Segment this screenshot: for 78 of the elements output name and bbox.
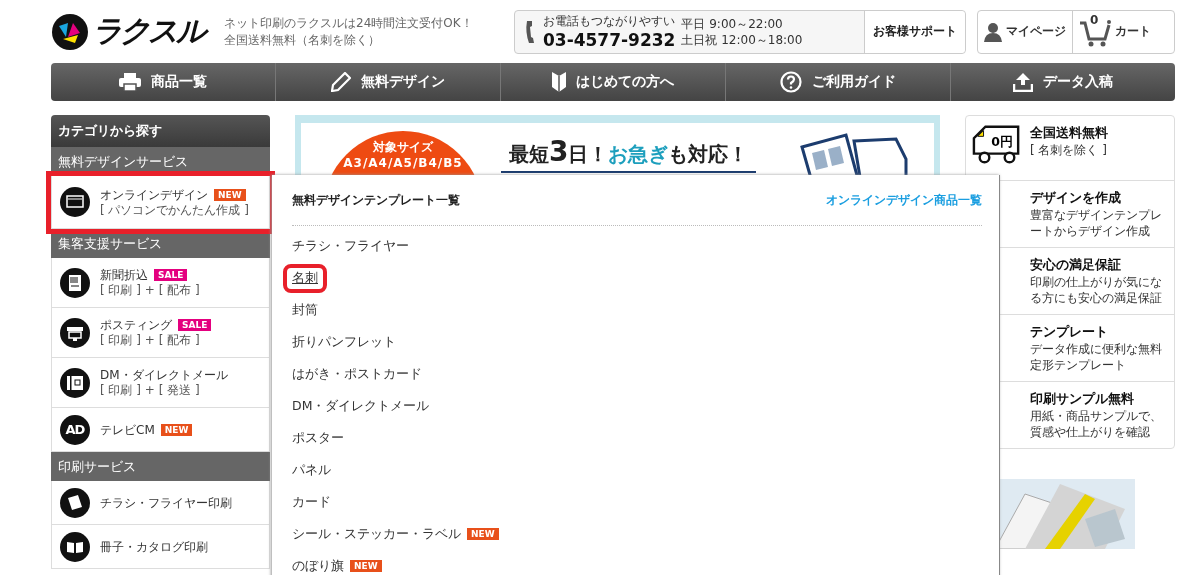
feature-title: 全国送料無料 — [1030, 124, 1109, 142]
printer-icon — [119, 73, 141, 91]
mailbox-icon — [60, 317, 90, 348]
banner-headline: 最短3日！お急ぎも対応！ — [501, 135, 757, 173]
category-label: 新聞折込 — [100, 267, 148, 283]
badge: NEW — [350, 560, 382, 572]
badge: NEW — [467, 528, 499, 540]
category-item[interactable]: ポスティング SALE [ 印刷 ] + [ 配布 ] — [51, 308, 270, 358]
sidebar-title: カテゴリから探す — [51, 115, 270, 147]
template-link[interactable]: 折りパンフレット — [292, 333, 396, 351]
category-label: チラシ・フライヤー印刷 — [100, 494, 232, 511]
tagline-text: 全国送料無料（名刺を除く） — [224, 31, 381, 49]
category-item[interactable]: DM・ダイレクトメール [ 印刷 ] + [ 発送 ] — [51, 358, 270, 408]
category-label: テレビCM — [100, 421, 155, 438]
category-note: [ 印刷 ] + [ 発送 ] — [100, 383, 201, 398]
size-list: A3/A4/A5/B4/B5 — [343, 156, 463, 170]
laptop-icon — [60, 187, 90, 217]
upload-icon — [1013, 72, 1033, 92]
category-item[interactable]: 新聞折込 SALE [ 印刷 ] + [ 配布 ] — [51, 258, 270, 308]
section-heading: 印刷サービス — [51, 452, 270, 481]
badge: SALE — [178, 319, 212, 331]
badge: SALE — [154, 269, 188, 281]
category-note: [ パソコンでかんたん作成 ] — [100, 202, 249, 218]
mypage-link[interactable]: マイページ — [978, 10, 1073, 53]
nav-tab[interactable]: データ入稿 — [951, 63, 1175, 101]
template-link[interactable]: のぼり旗 — [292, 557, 344, 575]
feature-text: 用紙・商品サンプルで、質感や仕上がりを確認 — [1030, 408, 1163, 440]
badge: NEW — [214, 188, 246, 201]
template-link[interactable]: チラシ・フライヤー — [292, 237, 409, 255]
category-label: オンラインデザイン — [100, 186, 208, 203]
category-item[interactable]: AD テレビCM NEW — [51, 408, 270, 452]
phone-number: 03-4577-9232 — [543, 30, 676, 50]
template-link[interactable]: ポスター — [292, 429, 344, 447]
feature-title: テンプレート — [1030, 323, 1109, 341]
hours-text: 平日 9:00～22:00 — [681, 15, 784, 32]
newspaper-icon — [60, 267, 90, 298]
pencil-icon — [331, 72, 351, 92]
logo-icon — [51, 12, 89, 51]
feature-text: 豊富なデザインテンプレートからデザイン作成 — [1030, 207, 1163, 239]
cart-link[interactable]: 0 カート — [1073, 10, 1157, 53]
category-note: [ 印刷 ] + [ 配布 ] — [100, 333, 201, 348]
feature-title: デザインを作成 — [1030, 189, 1122, 207]
feature-text: 印刷の仕上がりが気になる方にも安心の満足保証 — [1030, 274, 1163, 306]
category-label: 冊子・カタログ印刷 — [100, 538, 208, 555]
nav-tab[interactable]: 無料デザイン — [276, 63, 501, 101]
size-label: 対象サイズ — [373, 139, 433, 156]
template-link[interactable]: 封筒 — [292, 301, 318, 319]
help-icon — [780, 71, 802, 93]
support-link[interactable]: お客様サポート — [864, 10, 965, 53]
ad-icon: AD — [60, 414, 90, 445]
book-icon — [60, 531, 90, 562]
category-item[interactable]: 冊子・カタログ印刷 — [51, 525, 270, 569]
feature-title: 印刷サンプル無料 — [1030, 390, 1135, 408]
template-link[interactable]: パネル — [292, 461, 331, 479]
flyer-icon — [60, 487, 90, 518]
nav-tab[interactable]: 商品一覧 — [51, 63, 276, 101]
template-link[interactable]: カード — [292, 493, 331, 511]
cart-count: 0 — [1090, 12, 1099, 27]
feature-title: 安心の満足保証 — [1030, 256, 1122, 274]
hours-text: 土日祝 12:00～18:00 — [681, 31, 803, 48]
feature-text: [ 名刺を除く ] — [1030, 142, 1108, 158]
feature-text: データ作成に便利な無料定形テンプレート — [1030, 341, 1163, 373]
dropdown-title: 無料デザインテンプレート一覧 — [292, 191, 460, 209]
beginner-mark-icon — [552, 72, 566, 92]
category-label: DM・ダイレクトメール — [100, 367, 228, 383]
tagline-text: ネット印刷のラクスルは24時間注文受付OK！ — [224, 14, 474, 32]
template-link[interactable]: DM・ダイレクトメール — [292, 397, 430, 415]
category-item[interactable]: チラシ・フライヤー印刷 — [51, 481, 270, 525]
nav-tab[interactable]: ご利用ガイド — [726, 63, 951, 101]
template-link[interactable]: はがき・ポストカード — [292, 365, 422, 383]
phone-lead: お電話もつながりやすい — [543, 13, 676, 30]
category-label: ポスティング — [100, 317, 172, 333]
template-link[interactable]: シール・ステッカー・ラベル — [292, 525, 461, 543]
category-note: [ 印刷 ] + [ 配布 ] — [100, 283, 200, 298]
nav-tab[interactable]: はじめての方へ — [501, 63, 726, 101]
person-icon — [984, 21, 1002, 42]
badge: NEW — [160, 423, 193, 436]
phone-icon — [525, 19, 537, 44]
